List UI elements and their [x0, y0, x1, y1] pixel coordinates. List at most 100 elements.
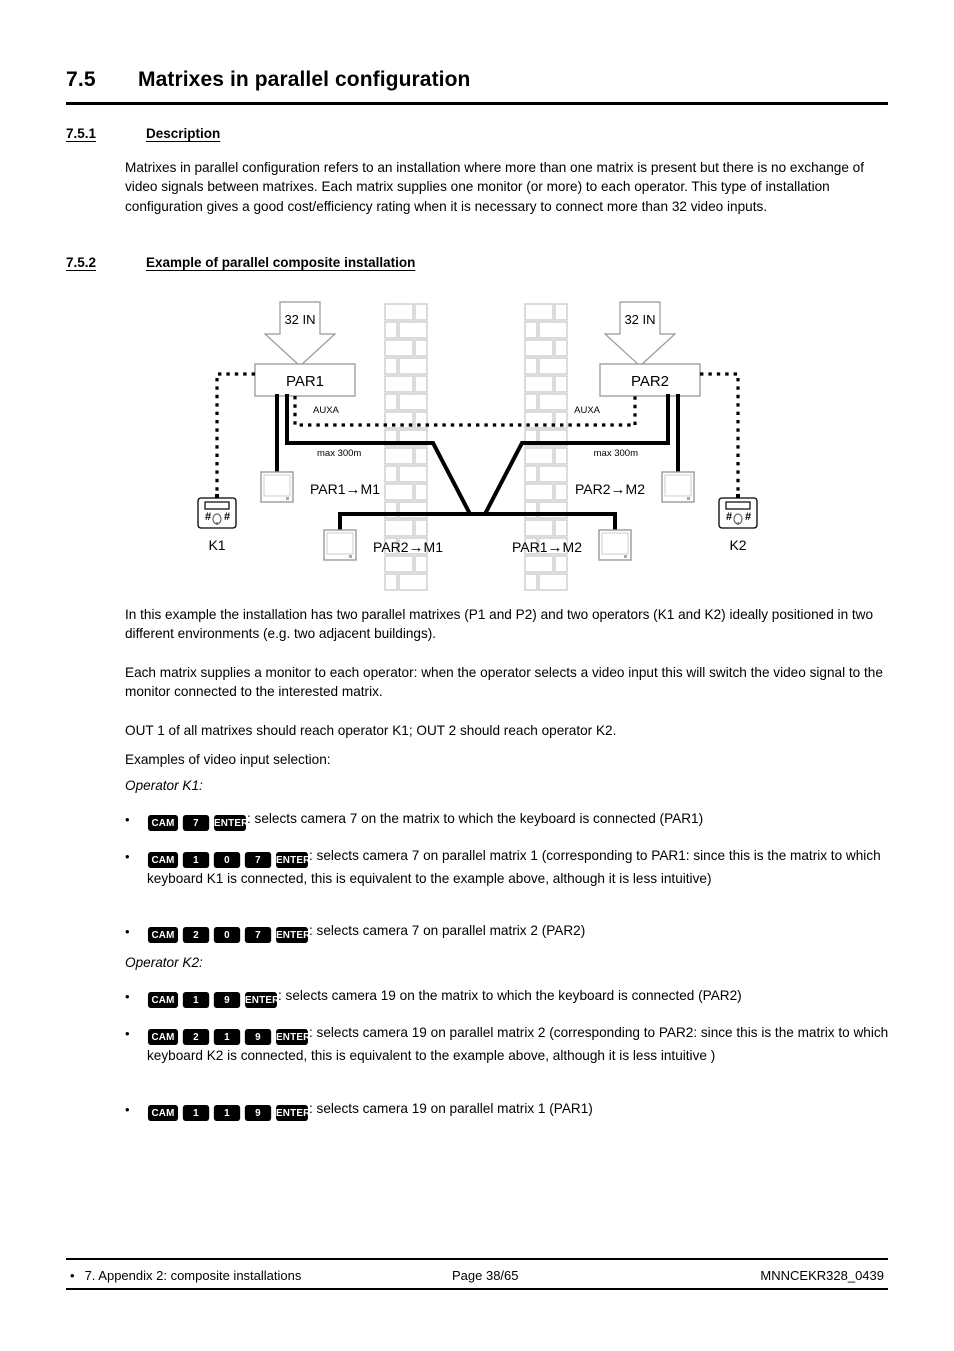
key-sequence[interactable]: CAM 2 0 7 ENTER — [147, 927, 310, 943]
document-page: 7.5 Matrixes in parallel configuration 7… — [0, 0, 954, 1351]
description-paragraph: Matrixes in parallel configuration refer… — [125, 160, 864, 214]
key-sequence[interactable]: CAM 2 1 9 ENTER — [147, 1029, 310, 1045]
key-1[interactable]: 1 — [213, 1105, 241, 1121]
operator-k1-label: Operator K1: — [125, 778, 203, 793]
subsection-title: Description — [146, 126, 221, 141]
input-arrow-right: 32 IN — [603, 301, 677, 367]
list-item: • CAM 1 1 9 ENTER: selects camera 19 on para… — [125, 1098, 890, 1121]
examples-intro: Examples of video input selection: — [125, 752, 331, 767]
key-sequence[interactable]: CAM 7 ENTER — [147, 815, 248, 831]
section-number: 7.5 — [66, 68, 96, 91]
key-2[interactable]: 2 — [182, 1029, 210, 1045]
monitor-top-right — [661, 471, 695, 503]
key-sequence[interactable]: CAM 1 9 ENTER — [147, 992, 279, 1008]
list-item-text: : selects camera 19 on the matrix to whi… — [278, 988, 742, 1003]
operator-k2-label: Operator K2: — [125, 955, 203, 970]
keyboard-link-left — [215, 372, 255, 498]
key-enter[interactable]: ENTER — [276, 1105, 310, 1121]
key-enter[interactable]: ENTER — [276, 852, 310, 868]
key-cam[interactable]: CAM — [147, 992, 179, 1008]
section-heading: 7.5 Matrixes in parallel configuration — [66, 68, 888, 92]
monitor-bottom-right — [598, 529, 632, 561]
input-arrow-left-label: 32 IN — [284, 312, 315, 327]
key-sequence[interactable]: CAM 1 1 9 ENTER — [147, 1105, 310, 1121]
bullet-marker: • — [125, 812, 130, 827]
key-7[interactable]: 7 — [244, 927, 272, 943]
key-enter[interactable]: ENTER — [214, 815, 248, 831]
key-9[interactable]: 9 — [244, 1029, 272, 1045]
subsection-heading-description: 7.5.1 Description — [66, 126, 220, 141]
matrix-box-right: PAR2 — [599, 363, 701, 397]
aux-label-left: AUXA — [313, 405, 340, 416]
bullet-marker: • — [125, 1102, 130, 1117]
key-cam[interactable]: CAM — [147, 852, 179, 868]
section-heading-rule — [66, 102, 888, 105]
subsection-heading-example: 7.5.2 Example of parallel composite inst… — [66, 255, 415, 270]
key-0[interactable]: 0 — [213, 927, 241, 943]
key-9[interactable]: 9 — [244, 1105, 272, 1121]
footer-document-id: MNNCEKR328_0439 — [760, 1267, 884, 1283]
key-cam[interactable]: CAM — [147, 927, 179, 943]
key-2[interactable]: 2 — [182, 927, 210, 943]
matrix-right-label: PAR2 — [631, 373, 669, 390]
keyboard-right-icon — [718, 493, 758, 529]
footer-rule-bottom — [66, 1288, 888, 1290]
list-item-text: : selects camera 7 on the matrix to whic… — [247, 811, 704, 826]
cable-left-out2 — [285, 394, 617, 532]
key-enter[interactable]: ENTER — [276, 927, 310, 943]
subsection-number: 7.5.2 — [66, 255, 97, 270]
distance-label-right: max 300m — [594, 448, 638, 459]
cable-right-out1 — [338, 394, 670, 532]
footer-rule-top — [66, 1258, 888, 1260]
example-paragraph-3: OUT 1 of all matrixes should reach opera… — [125, 723, 617, 738]
list-item: • CAM 1 9 ENTER: selects camera 19 on the m… — [125, 985, 890, 1008]
key-1[interactable]: 1 — [182, 992, 210, 1008]
key-7[interactable]: 7 — [182, 815, 210, 831]
bullet-marker: • — [125, 989, 130, 1004]
keyboard-left-label: K1 — [208, 537, 225, 553]
footer-bullet: • — [70, 1267, 75, 1283]
keyboard-link-right — [700, 372, 740, 498]
key-1[interactable]: 1 — [213, 1029, 241, 1045]
section-title: Matrixes in parallel configuration — [138, 68, 471, 91]
key-1[interactable]: 1 — [182, 1105, 210, 1121]
footer-page-number: Page 38/65 — [452, 1267, 519, 1283]
keyboard-left-icon — [197, 493, 237, 529]
key-cam[interactable]: CAM — [147, 1105, 179, 1121]
keyboard-right-label: K2 — [729, 537, 746, 553]
key-enter[interactable]: ENTER — [245, 992, 279, 1008]
distance-label-left: max 300m — [317, 448, 361, 459]
key-enter[interactable]: ENTER — [276, 1029, 310, 1045]
bullet-marker: • — [125, 924, 130, 939]
example-paragraph-2: Each matrix supplies a monitor to each o… — [125, 665, 883, 700]
key-7[interactable]: 7 — [244, 852, 272, 868]
example-paragraph-1: In this example the installation has two… — [125, 607, 874, 642]
list-item-text: : selects camera 19 on parallel matrix 1… — [309, 1101, 593, 1116]
list-item: • CAM 2 0 7 ENTER: selects camera 7 on paral… — [125, 920, 890, 943]
aux-label-right: AUXA — [574, 405, 601, 416]
input-arrow-right-label: 32 IN — [624, 312, 655, 327]
key-9[interactable]: 9 — [213, 992, 241, 1008]
key-cam[interactable]: CAM — [147, 815, 179, 831]
monitor-bottom-right-label: PAR1→M2 — [512, 539, 582, 556]
matrix-left-label: PAR1 — [286, 373, 324, 390]
monitor-bottom-left-label: PAR2→M1 — [373, 539, 443, 556]
subsection-title: Example of parallel composite installati… — [146, 255, 416, 270]
monitor-top-right-label: PAR2→M2 — [575, 481, 645, 498]
key-sequence[interactable]: CAM 1 0 7 ENTER — [147, 852, 310, 868]
list-item: • CAM 2 1 9 ENTER: selects camera 19 on para… — [125, 1022, 890, 1066]
input-arrow-left: 32 IN — [263, 301, 337, 367]
list-item-text: : selects camera 7 on parallel matrix 2 … — [309, 923, 586, 938]
footer-chapter: 7. Appendix 2: composite installations — [84, 1267, 302, 1283]
monitor-top-left-label: PAR1→M1 — [310, 481, 380, 498]
bullet-marker: • — [125, 849, 130, 864]
subsection-number: 7.5.1 — [66, 126, 97, 141]
monitor-bottom-left — [323, 529, 357, 561]
key-0[interactable]: 0 — [213, 852, 241, 868]
monitor-top-left — [260, 471, 294, 503]
list-item: • CAM 1 0 7 ENTER: selects camera 7 on paral… — [125, 845, 890, 889]
key-cam[interactable]: CAM — [147, 1029, 179, 1045]
key-1[interactable]: 1 — [182, 852, 210, 868]
parallel-installation-diagram: # # 32 IN 32 IN PAR1 PAR2 AUXA AUXA max … — [195, 298, 765, 593]
bullet-marker: • — [125, 1026, 130, 1041]
